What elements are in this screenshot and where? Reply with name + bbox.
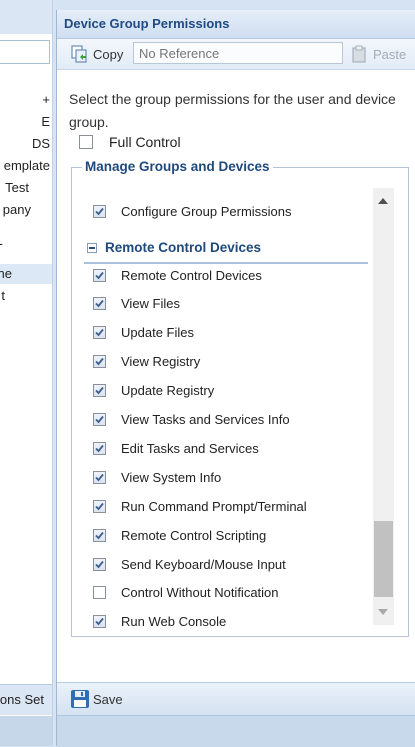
paste-label: Paste (373, 46, 407, 62)
checkmark-icon (95, 415, 104, 424)
copy-button[interactable]: Copy (71, 44, 123, 64)
permission-label: View Registry (121, 354, 201, 370)
permission-checkbox[interactable] (93, 413, 106, 426)
permission-checkbox[interactable] (93, 441, 106, 455)
checkmark-icon (95, 329, 104, 337)
permission-checkbox[interactable] (93, 268, 106, 282)
checkmark-icon (95, 531, 104, 539)
paste-icon (352, 45, 366, 63)
tree-item[interactable]: pany (3, 202, 31, 217)
permission-checkbox[interactable] (93, 204, 106, 218)
permission-checkbox[interactable] (93, 384, 106, 398)
checkmark-icon (95, 473, 104, 482)
permission-checkbox[interactable] (93, 586, 106, 600)
tree-item[interactable]: E (41, 114, 50, 129)
checkmark-icon (95, 618, 104, 626)
permission-label: Send Keyboard/Mouse Input (121, 556, 286, 572)
permission-label: Update Registry (121, 383, 215, 399)
reference-input[interactable] (133, 42, 343, 64)
scroll-up-arrow[interactable] (378, 198, 388, 204)
collapse-icon[interactable] (87, 243, 97, 253)
permission-label: Remote Control Scripting (121, 527, 267, 543)
permission-checkbox[interactable] (93, 528, 106, 542)
full-control-option[interactable]: Full Control (79, 134, 181, 150)
dialog-toolbar: Copy Paste (57, 39, 415, 70)
save-icon (71, 690, 89, 708)
checkmark-icon (95, 502, 104, 511)
permission-label: Control Without Notification (121, 585, 279, 601)
checkmark-icon (95, 560, 104, 568)
tree-item[interactable]: DS (32, 136, 50, 151)
permission-label: Run Web Console (121, 614, 227, 630)
permissions-dialog: Device Group Permissions Copy Paste Sele… (56, 10, 415, 747)
copy-label: Copy (93, 46, 124, 62)
dialog-header: Device Group Permissions (57, 10, 415, 39)
dialog-bottom-bar: Save (57, 682, 415, 715)
dialog-description: Select the group permissions for the use… (69, 91, 396, 130)
dialog-title: Device Group Permissions (64, 16, 230, 31)
manage-groups-fieldset: Manage Groups and Devices Configure Grou… (71, 159, 409, 637)
permission-label: Run Command Prompt/Terminal (121, 498, 307, 514)
permission-label: View Files (121, 296, 181, 312)
vertical-scrollbar[interactable] (373, 188, 394, 625)
fieldset-legend: Manage Groups and Devices (82, 159, 273, 174)
permission-checkbox[interactable] (93, 326, 106, 340)
permission-label: View Tasks and Services Info (121, 412, 290, 427)
permission-checkbox[interactable] (93, 470, 106, 484)
background-search-input[interactable] (0, 40, 50, 64)
permissions-scroll-area: Configure Group Permissions Remote Contr… (72, 182, 392, 632)
permission-label: View System Info (121, 469, 222, 485)
permission-label: Remote Control Devices (121, 267, 262, 283)
remote-control-section-title: Remote Control Devices (105, 240, 262, 255)
checkmark-icon (95, 271, 104, 279)
permission-label: Edit Tasks and Services (121, 440, 259, 456)
dialog-footer (57, 715, 415, 747)
paste-button[interactable]: Paste (351, 44, 406, 64)
scroll-down-arrow[interactable] (378, 609, 388, 615)
save-button[interactable]: Save (70, 689, 123, 709)
copy-icon (71, 45, 87, 63)
permission-checkbox[interactable] (93, 615, 106, 629)
checkmark-icon (95, 444, 104, 453)
checkmark-icon (95, 387, 104, 395)
checkmark-icon (95, 300, 104, 308)
checkmark-icon (95, 358, 104, 366)
full-control-label: Full Control (109, 134, 181, 150)
permission-checkbox[interactable] (93, 355, 106, 369)
scrollbar-thumb[interactable] (374, 521, 393, 597)
permission-label: Configure Group Permissions (121, 203, 292, 219)
tree-item[interactable]: ne (0, 266, 12, 281)
background-panel: + E DS emplate Test pany - ne t ons Set (0, 0, 53, 746)
permission-checkbox[interactable] (93, 557, 106, 571)
remote-control-section-header: Remote Control Devices (84, 238, 368, 264)
tree-item[interactable]: - (0, 236, 3, 251)
permission-checkbox[interactable] (93, 297, 106, 311)
checkmark-icon (95, 207, 104, 215)
tree-item[interactable]: t (1, 288, 5, 303)
permission-checkbox[interactable] (93, 499, 106, 513)
full-control-checkbox[interactable] (79, 135, 93, 149)
background-footer (0, 716, 52, 746)
tree-item[interactable]: emplate (4, 158, 50, 173)
background-header (0, 0, 52, 34)
save-label: Save (93, 691, 123, 707)
tree-item[interactable]: Test (5, 180, 29, 195)
permission-label: Update Files (121, 325, 194, 341)
background-bottom-label: ons Set (0, 692, 44, 707)
tree-item[interactable]: + (42, 92, 50, 107)
